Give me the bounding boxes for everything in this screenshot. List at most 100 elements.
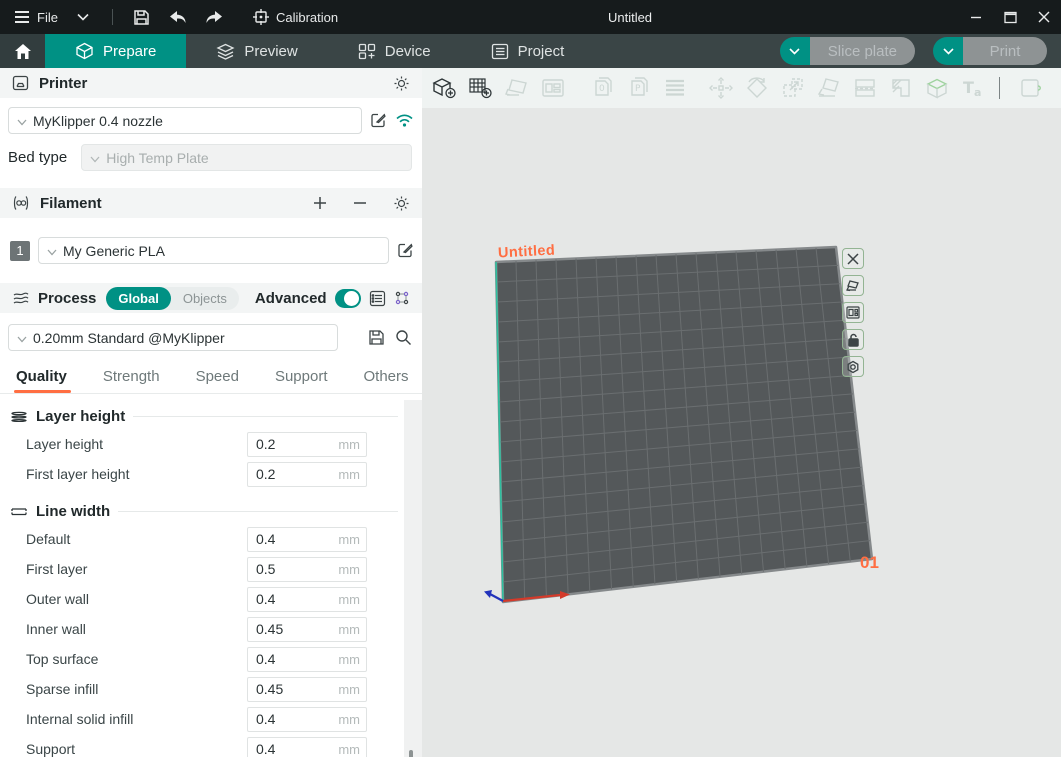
minimize-button[interactable]	[959, 0, 993, 34]
variable-layer-height-button[interactable]	[657, 72, 693, 104]
split-to-parts-icon: P	[626, 76, 652, 100]
undo-icon	[169, 10, 187, 24]
tab-strength[interactable]: Strength	[103, 368, 160, 393]
move-button[interactable]	[703, 72, 739, 104]
print-dropdown-button[interactable]	[933, 37, 963, 65]
param-list: Layer height Layer height 0.2 mm First l…	[0, 394, 422, 757]
default-line-width-input[interactable]: 0.4 mm	[247, 527, 367, 552]
add-plate-button[interactable]	[463, 72, 499, 104]
param-label: Default	[26, 531, 247, 547]
param-label: Top surface	[26, 651, 247, 667]
auto-orient-button[interactable]	[499, 72, 535, 104]
chevron-down-icon	[943, 48, 954, 55]
tab-speed[interactable]: Speed	[196, 368, 239, 393]
first-layer-line-width-input[interactable]: 0.5 mm	[247, 557, 367, 582]
active-tab-indicator	[45, 66, 180, 68]
support-line-width-input[interactable]: 0.4 mm	[247, 737, 367, 757]
bed-type-combo[interactable]: High Temp Plate	[81, 144, 412, 171]
tab-preview-label: Preview	[244, 43, 297, 60]
process-preset-combo[interactable]: 0.20mm Standard @MyKlipper	[8, 324, 338, 351]
lay-on-face-button[interactable]	[811, 72, 847, 104]
split-to-parts-button[interactable]: P	[621, 72, 657, 104]
first-layer-height-input[interactable]: 0.2 mm	[247, 462, 367, 487]
param-label: Internal solid infill	[26, 711, 247, 727]
tab-project[interactable]: Project	[461, 34, 595, 68]
process-section-header: Process Global Objects Advanced	[0, 283, 422, 313]
remove-filament-button[interactable]	[353, 196, 367, 210]
viewport-3d[interactable]: 0 P	[422, 68, 1061, 757]
tab-support[interactable]: Support	[275, 368, 328, 393]
param-value: 0.4	[256, 741, 338, 757]
objects-list-icon[interactable]	[369, 290, 386, 307]
home-icon	[14, 43, 32, 60]
tab-others[interactable]: Others	[364, 368, 409, 393]
plate-settings-button[interactable]	[842, 356, 864, 377]
file-menu-label: File	[37, 10, 58, 25]
file-menu-button[interactable]: File	[10, 0, 62, 34]
tab-prepare[interactable]: Prepare	[45, 34, 186, 68]
assembly-view-button[interactable]	[1014, 72, 1050, 104]
calibration-button[interactable]: Calibration	[249, 0, 342, 34]
redo-button[interactable]	[199, 0, 229, 34]
sparse-infill-line-width-input[interactable]: 0.45 mm	[247, 677, 367, 702]
sidebar-scrollbar-track[interactable]	[404, 400, 422, 757]
sidebar-scrollbar-thumb[interactable]	[409, 750, 413, 757]
scope-objects-option[interactable]: Objects	[171, 287, 239, 310]
tab-project-label: Project	[518, 43, 565, 60]
plus-icon	[313, 196, 327, 210]
slice-plate-button[interactable]: Slice plate	[810, 37, 915, 65]
sidebar: Printer MyKlipper 0.4 nozzle Bed type	[0, 68, 422, 757]
arrange-plate-button[interactable]	[842, 302, 864, 323]
param-value: 0.4	[256, 651, 338, 667]
layer-height-input[interactable]: 0.2 mm	[247, 432, 367, 457]
lock-plate-button[interactable]	[842, 329, 864, 350]
edit-printer-icon[interactable]	[370, 112, 387, 129]
filament-preset-combo[interactable]: My Generic PLA	[38, 237, 389, 264]
close-button[interactable]	[1027, 0, 1061, 34]
outer-wall-line-width-input[interactable]: 0.4 mm	[247, 587, 367, 612]
tab-device[interactable]: Device	[328, 34, 461, 68]
parameter-table-icon[interactable]	[394, 290, 410, 306]
arrange-button[interactable]	[535, 72, 571, 104]
add-object-button[interactable]	[427, 72, 463, 104]
slice-dropdown-button[interactable]	[780, 37, 810, 65]
internal-solid-infill-line-width-input[interactable]: 0.4 mm	[247, 707, 367, 732]
orient-plate-button[interactable]	[842, 275, 864, 296]
save-preset-icon[interactable]	[368, 329, 385, 346]
printer-settings-gear-icon[interactable]	[393, 75, 410, 92]
top-surface-line-width-input[interactable]: 0.4 mm	[247, 647, 367, 672]
move-icon	[708, 76, 734, 100]
wifi-connection-icon[interactable]	[395, 113, 414, 128]
scope-global-option[interactable]: Global	[106, 287, 170, 310]
rotate-button[interactable]	[739, 72, 775, 104]
delete-plate-button[interactable]	[842, 248, 864, 269]
support-painting-button[interactable]	[883, 72, 919, 104]
close-x-icon	[847, 253, 859, 265]
tab-preview[interactable]: Preview	[186, 34, 327, 68]
undo-button[interactable]	[163, 0, 193, 34]
param-value: 0.4	[256, 591, 338, 607]
text-tool-button[interactable]: Ta	[955, 72, 991, 104]
printer-preset-combo[interactable]: MyKlipper 0.4 nozzle	[8, 107, 362, 134]
split-to-objects-button[interactable]: 0	[585, 72, 621, 104]
home-tab[interactable]	[0, 34, 45, 68]
cut-button[interactable]	[847, 72, 883, 104]
tab-quality[interactable]: Quality	[16, 368, 67, 393]
add-filament-button[interactable]	[313, 196, 327, 210]
print-button[interactable]: Print	[963, 37, 1047, 65]
edit-filament-icon[interactable]	[397, 242, 414, 259]
inner-wall-line-width-input[interactable]: 0.45 mm	[247, 617, 367, 642]
color-painting-button[interactable]	[919, 72, 955, 104]
search-settings-icon[interactable]	[395, 329, 412, 346]
advanced-toggle[interactable]	[335, 289, 361, 308]
rotate-icon	[744, 76, 770, 100]
filament-settings-gear-icon[interactable]	[393, 195, 410, 212]
printer-preset-value: MyKlipper 0.4 nozzle	[33, 113, 163, 129]
param-tabs: Quality Strength Speed Support Others	[0, 363, 422, 393]
maximize-button[interactable]	[993, 0, 1027, 34]
file-menu-dropdown[interactable]	[68, 0, 98, 34]
save-button[interactable]	[127, 0, 157, 34]
scale-button[interactable]	[775, 72, 811, 104]
param-label: Inner wall	[26, 621, 247, 637]
build-plate[interactable]	[422, 108, 1061, 757]
